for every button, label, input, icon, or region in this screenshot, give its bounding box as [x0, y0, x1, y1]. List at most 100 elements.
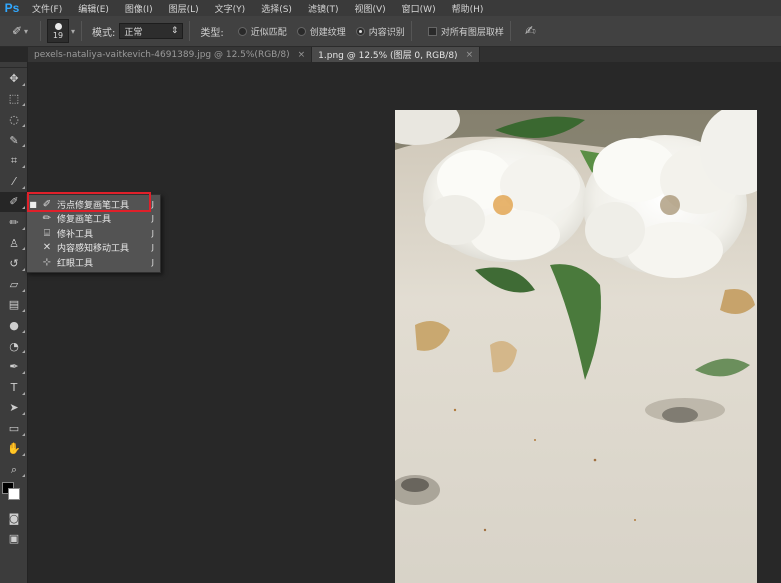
- move-tool-icon: ✥: [9, 71, 19, 85]
- tool-preset-picker[interactable]: ✐ ▾: [6, 21, 34, 41]
- tool-group-corner-icon: [22, 164, 25, 168]
- tool-group-corner-icon: [22, 103, 25, 107]
- menu-help[interactable]: 帮助(H): [444, 2, 492, 15]
- eyedropper-tool[interactable]: ⁄: [0, 171, 28, 192]
- brush-tip-icon: [54, 22, 62, 30]
- type-tool-icon: T: [10, 380, 18, 394]
- radio-label-content-aware: 内容识别: [368, 27, 405, 38]
- options-bar: ✐ ▾ 19 ▾ 模式: 正常 ⇕ 类型: 近似匹配 创建纹理 内容识别 对所有图…: [0, 16, 781, 47]
- color-swatches: [0, 480, 28, 508]
- tool-group-corner-icon: [22, 391, 25, 395]
- menu-file[interactable]: 文件(F): [24, 2, 70, 15]
- clone-stamp-tool[interactable]: ♙: [0, 233, 28, 254]
- radio-content-aware[interactable]: [355, 26, 365, 36]
- menu-layer[interactable]: 图层(L): [161, 2, 207, 15]
- shortcut-key: J: [151, 199, 154, 209]
- sample-all-layers-label: 对所有图层取样: [440, 27, 504, 38]
- patch-icon: ⌸: [44, 227, 50, 239]
- radio-create-texture[interactable]: [296, 26, 306, 36]
- tool-group-corner-icon: [22, 206, 25, 210]
- flyout-item-content-aware-move[interactable]: ✕ 内容感知移动工具 J: [27, 241, 160, 256]
- quick-mask-button[interactable]: ◙: [0, 508, 28, 529]
- divider: [189, 21, 191, 41]
- history-brush-tool[interactable]: ↺: [0, 253, 28, 274]
- tab-1-png-document[interactable]: 1.png @ 12.5% (图层 0, RGB/8) ×: [312, 47, 481, 62]
- divider: [509, 21, 511, 41]
- eraser-tool-icon: ▱: [9, 277, 19, 291]
- type-tool[interactable]: T: [0, 377, 28, 398]
- tools-panel: ✥ ⬚ ◌ ✎ ⌗ ⁄ ✐ ✏ ♙ ↺ ▱ ▤ ● ◔ ✒ T ➤ ▭ ✋ ⌕ ◙ ▣: [0, 62, 28, 583]
- photoshop-logo: Ps: [4, 1, 20, 15]
- tool-group-corner-icon: [22, 144, 25, 148]
- blur-tool[interactable]: ●: [0, 315, 28, 336]
- document-image[interactable]: [395, 110, 757, 583]
- dodge-tool[interactable]: ◔: [0, 336, 28, 357]
- menu-filter[interactable]: 滤镜(T): [300, 2, 347, 15]
- menu-image[interactable]: 图像(I): [117, 2, 161, 15]
- lasso-tool[interactable]: ◌: [0, 109, 28, 130]
- mode-select[interactable]: 正常 ⇕: [119, 23, 184, 39]
- clone-stamp-tool-icon: ♙: [9, 236, 19, 250]
- flyout-item-patch[interactable]: ⌸ 修补工具 J: [27, 226, 160, 241]
- marquee-tool-icon: ⬚: [8, 92, 20, 106]
- pressure-size-icon[interactable]: ✍: [525, 24, 536, 39]
- tool-group-corner-icon: [22, 267, 25, 271]
- sample-all-layers-checkbox[interactable]: [427, 26, 437, 36]
- type-label: 类型:: [200, 27, 224, 39]
- marquee-tool[interactable]: ⬚: [0, 89, 28, 110]
- crop-tool-icon: ⌗: [10, 153, 18, 167]
- close-icon[interactable]: ×: [298, 50, 306, 60]
- tab-pexels-document[interactable]: pexels-nataliya-vaitkevich-4691389.jpg @…: [28, 47, 313, 62]
- screen-mode-button[interactable]: ▣: [0, 528, 28, 549]
- content-aware-move-icon: ✕: [42, 242, 52, 254]
- flower-photo: [395, 110, 757, 583]
- tool-group-corner-icon: [22, 350, 25, 354]
- radio-label-proximity-match: 近似匹配: [250, 27, 287, 38]
- document-tabs: pexels-nataliya-vaitkevich-4691389.jpg @…: [28, 47, 781, 62]
- brush-tool[interactable]: ✏: [0, 212, 28, 233]
- hand-tool[interactable]: ✋: [0, 439, 28, 460]
- menu-type[interactable]: 文字(Y): [207, 2, 254, 15]
- eraser-tool[interactable]: ▱: [0, 274, 28, 295]
- path-selection-tool[interactable]: ➤: [0, 398, 28, 419]
- brush-size-picker[interactable]: 19: [47, 19, 69, 43]
- tool-group-corner-icon: [22, 123, 25, 127]
- flyout-item-red-eye[interactable]: ⊹ 红眼工具 J: [27, 255, 160, 270]
- spot-healing-brush-tool[interactable]: ✐: [0, 191, 28, 213]
- radio-label-create-texture: 创建纹理: [309, 27, 346, 38]
- tool-group-corner-icon: [22, 247, 25, 251]
- menu-bar: Ps 文件(F) 编辑(E) 图像(I) 图层(L) 文字(Y) 选择(S) 滤…: [0, 0, 781, 16]
- gradient-tool-icon: ▤: [8, 298, 20, 312]
- shortcut-key: J: [151, 228, 154, 238]
- tool-group-corner-icon: [22, 473, 25, 477]
- zoom-tool[interactable]: ⌕: [0, 459, 28, 480]
- eyedropper-tool-icon: ⁄: [13, 174, 15, 188]
- history-brush-tool-icon: ↺: [9, 257, 19, 271]
- shortcut-key: J: [151, 214, 154, 224]
- quick-selection-tool[interactable]: ✎: [0, 130, 28, 151]
- brush-dropdown-arrow[interactable]: ▾: [71, 27, 75, 36]
- crop-tool[interactable]: ⌗: [0, 150, 28, 171]
- radio-proximity-match[interactable]: [237, 26, 247, 36]
- quick-mask-icon: ◙: [8, 511, 20, 525]
- gradient-tool[interactable]: ▤: [0, 295, 28, 316]
- tab-label: 1.png @ 12.5% (图层 0, RGB/8): [318, 51, 458, 61]
- move-tool[interactable]: ✥: [0, 68, 28, 89]
- menu-select[interactable]: 选择(S): [253, 2, 300, 15]
- close-icon[interactable]: ×: [466, 50, 474, 60]
- tool-group-corner-icon: [22, 185, 25, 189]
- path-selection-tool-icon: ➤: [9, 401, 19, 415]
- divider: [410, 21, 412, 41]
- pen-tool[interactable]: ✒: [0, 356, 28, 377]
- flyout-item-healing-brush[interactable]: ✏ 修复画笔工具 J: [27, 212, 160, 227]
- screen-mode-icon: ▣: [8, 532, 20, 546]
- menu-view[interactable]: 视图(V): [346, 2, 393, 15]
- menu-window[interactable]: 窗口(W): [394, 2, 444, 15]
- rectangle-tool[interactable]: ▭: [0, 418, 28, 439]
- spot-healing-brush-tool-icon: ✐: [9, 195, 19, 209]
- flyout-item-label: 修复画笔工具: [57, 215, 112, 226]
- background-color-swatch[interactable]: [8, 487, 20, 500]
- menu-edit[interactable]: 编辑(E): [70, 2, 117, 15]
- flyout-item-label: 红眼工具: [57, 258, 94, 269]
- red-eye-icon: ⊹: [42, 256, 52, 268]
